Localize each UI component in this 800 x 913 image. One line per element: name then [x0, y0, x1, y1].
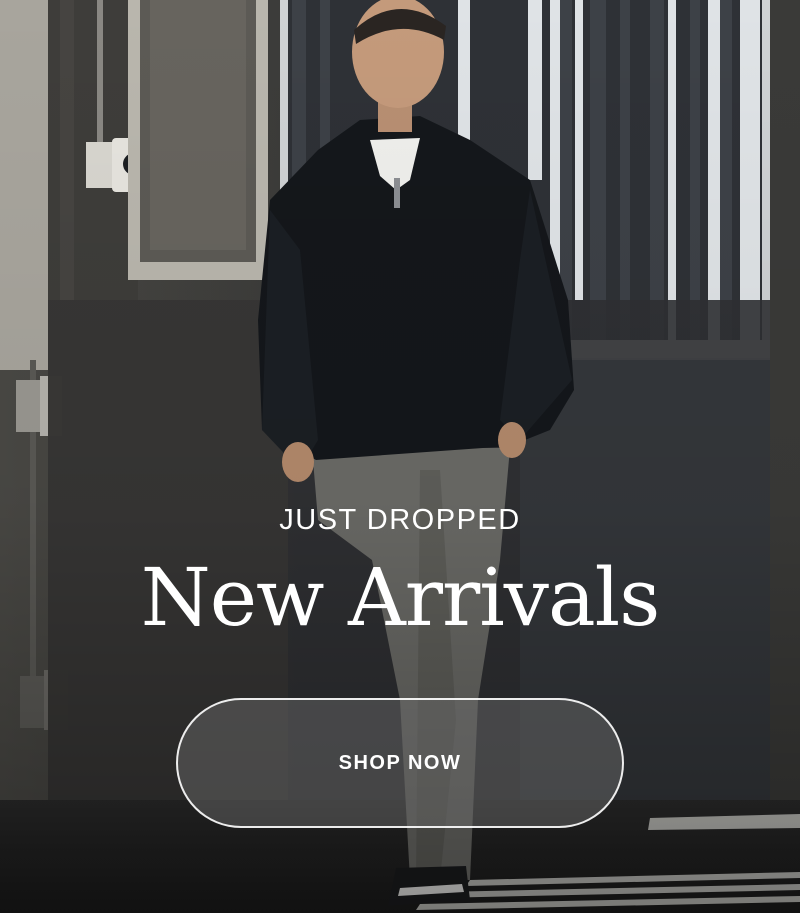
hero-headline: New Arrivals — [140, 551, 661, 644]
shop-now-button[interactable]: SHOP NOW — [176, 698, 624, 828]
hero-eyebrow: JUST DROPPED — [279, 504, 521, 536]
hero-banner: JUST DROPPED New Arrivals SHOP NOW — [0, 0, 800, 913]
hero-overlay: JUST DROPPED New Arrivals SHOP NOW — [0, 0, 800, 913]
